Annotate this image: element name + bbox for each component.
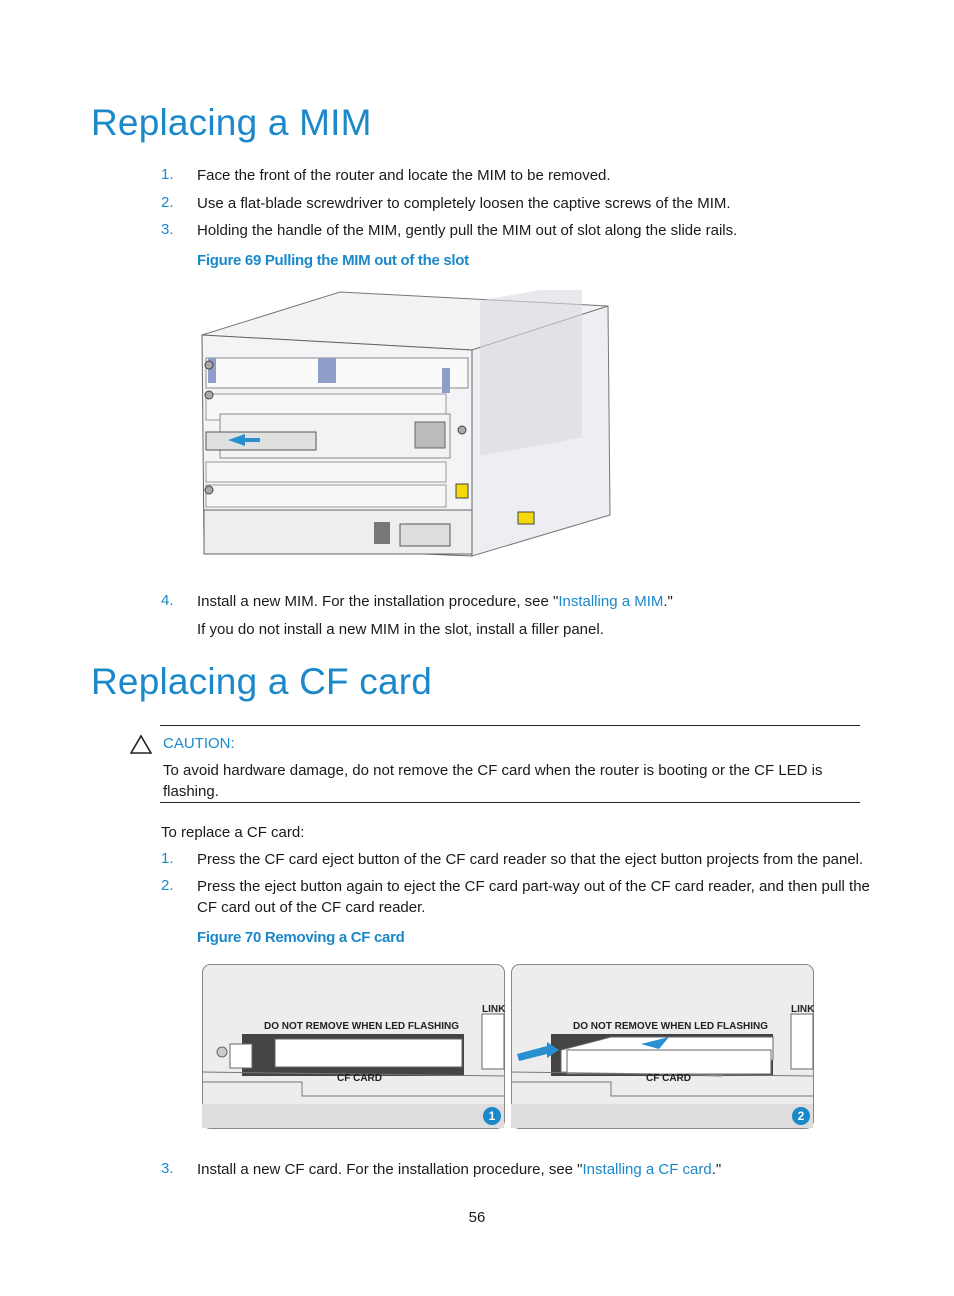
step-text-part: ." [711,1161,722,1178]
intro-text: To replace a CF card: [161,824,305,841]
step-text: Face the front of the router and locate … [197,167,611,184]
step-text-part: Install a new CF card. For the installat… [197,1161,583,1178]
caution-top-rule [160,725,860,726]
warning-label: DO NOT REMOVE WHEN LED FLASHING [573,1021,768,1032]
step-text: Install a new MIM. For the installation … [197,591,673,612]
cf-card-panel-step-2: DO NOT REMOVE WHEN LED FLASHING CF CARD … [511,964,815,1129]
step-number: 1. [161,166,174,183]
step-text: Install a new CF card. For the installat… [197,1159,721,1180]
step-number: 3. [161,221,174,238]
installing-cf-card-link[interactable]: Installing a CF card [583,1161,712,1178]
installing-mim-link[interactable]: Installing a MIM [558,593,663,610]
page-number: 56 [468,1209,486,1226]
step-text: Use a flat-blade screwdriver to complete… [197,195,731,212]
caution-label: CAUTION: [163,735,235,752]
step-text: Press the eject button again to eject th… [197,878,870,916]
section-title-replacing-mim: Replacing a MIM [91,102,372,143]
cf-card-label: CF CARD [646,1073,691,1084]
step-text: Press the CF card eject button of the CF… [197,851,864,868]
step-badge-1: 1 [489,1109,496,1123]
link-label: LINK [482,1004,506,1015]
step-number: 2. [161,877,174,894]
cf-card-panel-step-1: DO NOT REMOVE WHEN LED FLASHING CF CARD … [202,964,506,1129]
figure-70-caption: Figure 70 Removing a CF card [197,929,405,946]
caution-text: To avoid hardware damage, do not remove … [163,762,823,800]
caution-bottom-rule [160,802,860,803]
step-number: 1. [161,850,174,867]
step-note: If you do not install a new MIM in the s… [197,621,604,638]
step-text: Holding the handle of the MIM, gently pu… [197,222,738,239]
step-text-part: Install a new MIM. For the installation … [197,593,559,610]
document-page: Replacing a MIM 1. Face the front of the… [0,0,954,1296]
step-number: 4. [161,592,174,609]
section-title-replacing-cf-card: Replacing a CF card [91,661,433,702]
warning-label: DO NOT REMOVE WHEN LED FLASHING [264,1021,459,1032]
figure-69-caption: Figure 69 Pulling the MIM out of the slo… [197,252,469,269]
step-badge-2: 2 [798,1109,805,1123]
router-mim-illustration [201,290,611,557]
link-label: LINK [791,1004,815,1015]
step-text-part: ." [663,593,673,610]
step-number: 3. [161,1160,174,1177]
caution-triangle-icon [130,734,152,754]
step-number: 2. [161,194,174,211]
cf-card-label: CF CARD [337,1073,382,1084]
